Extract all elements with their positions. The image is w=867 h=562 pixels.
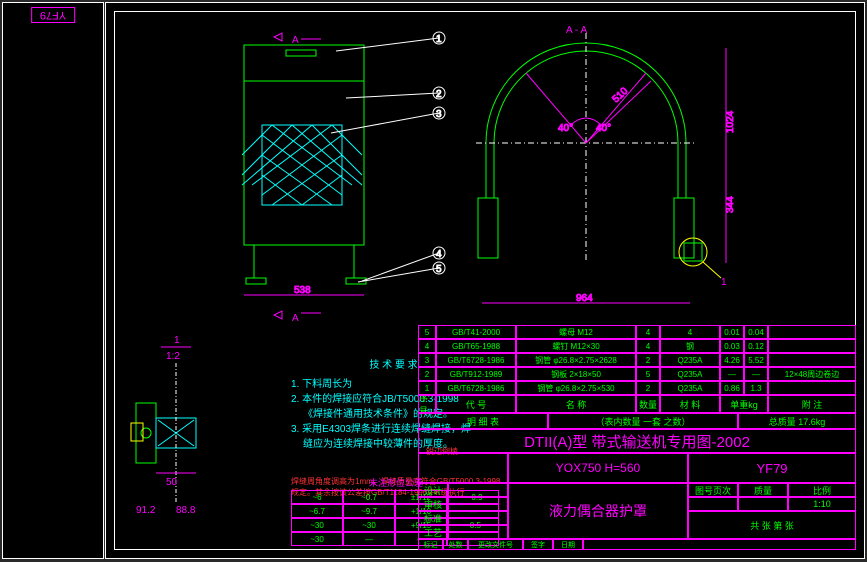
bom-cell: 4.26 bbox=[720, 353, 744, 367]
bom-cell: — bbox=[720, 367, 744, 381]
bom-cell: Q235A bbox=[660, 367, 720, 381]
bom-cell: 钢板 2×18×50 bbox=[516, 367, 636, 381]
angles: 40° 40° 510 bbox=[526, 73, 651, 143]
bom-cell: 4 bbox=[660, 325, 720, 339]
bom-cell: 5 bbox=[636, 367, 660, 381]
bom-cell: — bbox=[744, 367, 768, 381]
bom-cell: 4 bbox=[636, 325, 660, 339]
svg-text:1: 1 bbox=[721, 277, 727, 288]
bom-cell bbox=[768, 353, 856, 367]
side-label: YF79 bbox=[31, 7, 75, 23]
bom-cell: 螺母 M12 bbox=[516, 325, 636, 339]
svg-text:3: 3 bbox=[436, 109, 442, 120]
svg-text:50: 50 bbox=[166, 477, 178, 488]
bom-cell: 0.03 bbox=[720, 339, 744, 353]
bom-cell: GB/T912-1989 bbox=[436, 367, 516, 381]
bom-cell: 钢 bbox=[660, 339, 720, 353]
section-arrow-a: A bbox=[292, 35, 299, 46]
bom-cell: Q235A bbox=[660, 353, 720, 367]
svg-text:964: 964 bbox=[576, 293, 593, 304]
bom-cell: 0.04 bbox=[744, 325, 768, 339]
bom-cell: 5 bbox=[418, 325, 436, 339]
svg-text:538: 538 bbox=[294, 285, 311, 296]
bom-cell: Q235A bbox=[660, 381, 720, 395]
detail-label: 1 bbox=[174, 335, 180, 346]
bom-cell: 2 bbox=[636, 353, 660, 367]
bom-cell: 3 bbox=[418, 353, 436, 367]
svg-text:88.8: 88.8 bbox=[176, 505, 196, 516]
bom-cell: GB/T65-1988 bbox=[436, 339, 516, 353]
svg-text:344: 344 bbox=[725, 196, 736, 213]
svg-text:1: 1 bbox=[436, 34, 442, 45]
bom-cell bbox=[768, 339, 856, 353]
bom-cell: GB/T41-2000 bbox=[436, 325, 516, 339]
title-block: 5GB/T41-2000螺母 M12440.010.044GB/T65-1988… bbox=[418, 325, 856, 550]
bom-cell: 4 bbox=[636, 339, 660, 353]
bom-cell: 5.52 bbox=[744, 353, 768, 367]
drawing-title: DTII(A)型 带式输送机专用图-2002 bbox=[418, 429, 856, 453]
bom-cell: 螺钉 M12×30 bbox=[516, 339, 636, 353]
bom-cell bbox=[768, 381, 856, 395]
bom-cell: GB/T6728-1986 bbox=[436, 353, 516, 367]
svg-text:5: 5 bbox=[436, 264, 442, 275]
mesh-hatch bbox=[242, 125, 362, 205]
model-number: YOX750 H=560 bbox=[508, 453, 688, 483]
part-name: 液力偶合器护罩 bbox=[508, 483, 688, 539]
section-arrow-a-bot: A bbox=[292, 313, 299, 324]
svg-text:91.2: 91.2 bbox=[136, 505, 156, 516]
svg-text:1024: 1024 bbox=[725, 110, 736, 133]
bom-cell: 4 bbox=[418, 339, 436, 353]
detail-scale: 1:2 bbox=[166, 351, 180, 362]
bom-cell: 2 bbox=[636, 381, 660, 395]
bom-cell: 1.3 bbox=[744, 381, 768, 395]
detail-view: 50 91.2 88.8 bbox=[131, 363, 196, 516]
svg-text:40°: 40° bbox=[596, 123, 611, 134]
drawing-frame: A 1 2 3 4 5 538 A A - bbox=[105, 2, 865, 559]
svg-text:510: 510 bbox=[611, 85, 631, 105]
bom-cell: 0.12 bbox=[744, 339, 768, 353]
bom-cell: GB/T6728-1986 bbox=[436, 381, 516, 395]
dim-elev-width: 538 bbox=[244, 285, 364, 296]
bom-cell: 钢管 φ26.8×2.75×2628 bbox=[516, 353, 636, 367]
svg-text:40°: 40° bbox=[558, 123, 573, 134]
svg-text:2: 2 bbox=[436, 89, 442, 100]
bom-cell bbox=[768, 325, 856, 339]
bom-cell: 0.01 bbox=[720, 325, 744, 339]
bom-cell: 12×48周边卷边 bbox=[768, 367, 856, 381]
bom-cell: 钢管 φ26.8×2.75×530 bbox=[516, 381, 636, 395]
section-title: A - A bbox=[566, 25, 587, 36]
bom-cell: 2 bbox=[418, 367, 436, 381]
side-panel: YF79 bbox=[2, 2, 104, 559]
detail-circle bbox=[679, 238, 707, 266]
drawing-code: YF79 bbox=[688, 453, 856, 483]
bom-cell: 0.86 bbox=[720, 381, 744, 395]
bom-cell: 1 bbox=[418, 381, 436, 395]
svg-text:4: 4 bbox=[436, 249, 442, 260]
